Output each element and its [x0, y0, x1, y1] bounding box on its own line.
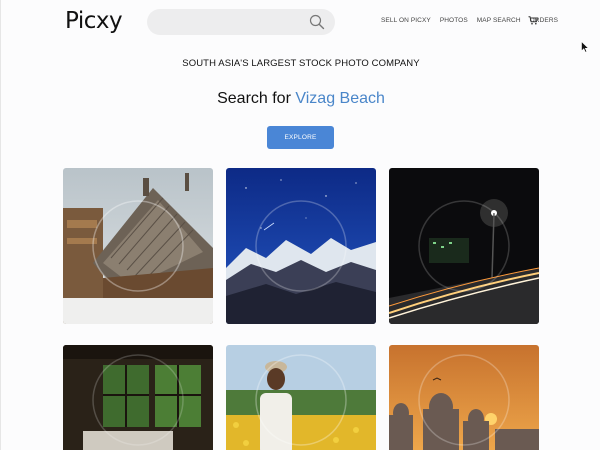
nav-photos[interactable]: PHOTOS: [440, 17, 468, 24]
highway-night-image: [389, 168, 539, 324]
photo-temple-sunset[interactable]: [389, 345, 539, 450]
page: Picxy SELL ON PICXY PHOTOS MAP SEARCH OR…: [0, 0, 600, 450]
nav-map-search[interactable]: MAP SEARCH: [477, 17, 521, 24]
photo-snowy-mountains[interactable]: [226, 168, 376, 324]
explore-button[interactable]: EXPLORE: [267, 126, 334, 149]
mouse-cursor-icon: [581, 41, 589, 53]
man-flower-field-image: [226, 345, 376, 450]
headline-query[interactable]: Vizag Beach: [295, 90, 385, 107]
photo-highway-night[interactable]: [389, 168, 539, 324]
tagline: SOUTH ASIA'S LARGEST STOCK PHOTO COMPANY: [182, 58, 420, 69]
nav-sell-on-picxy[interactable]: SELL ON PICXY: [381, 17, 431, 24]
cart-icon[interactable]: [528, 16, 538, 25]
temple-roof-image: [63, 168, 213, 324]
search-headline: Search for Vizag Beach: [1, 90, 600, 108]
search-bar[interactable]: [147, 9, 335, 35]
photo-temple-roof[interactable]: [63, 168, 213, 324]
search-input[interactable]: [159, 13, 311, 33]
picxy-logo[interactable]: Picxy: [65, 8, 123, 34]
headline-prefix: Search for: [217, 90, 291, 107]
photo-room-windows[interactable]: [63, 345, 213, 450]
photo-man-flower-field[interactable]: [226, 345, 376, 450]
room-windows-image: [63, 345, 213, 450]
temple-sunset-image: [389, 345, 539, 450]
snowy-mountains-image: [226, 168, 376, 324]
search-icon[interactable]: [309, 14, 325, 30]
